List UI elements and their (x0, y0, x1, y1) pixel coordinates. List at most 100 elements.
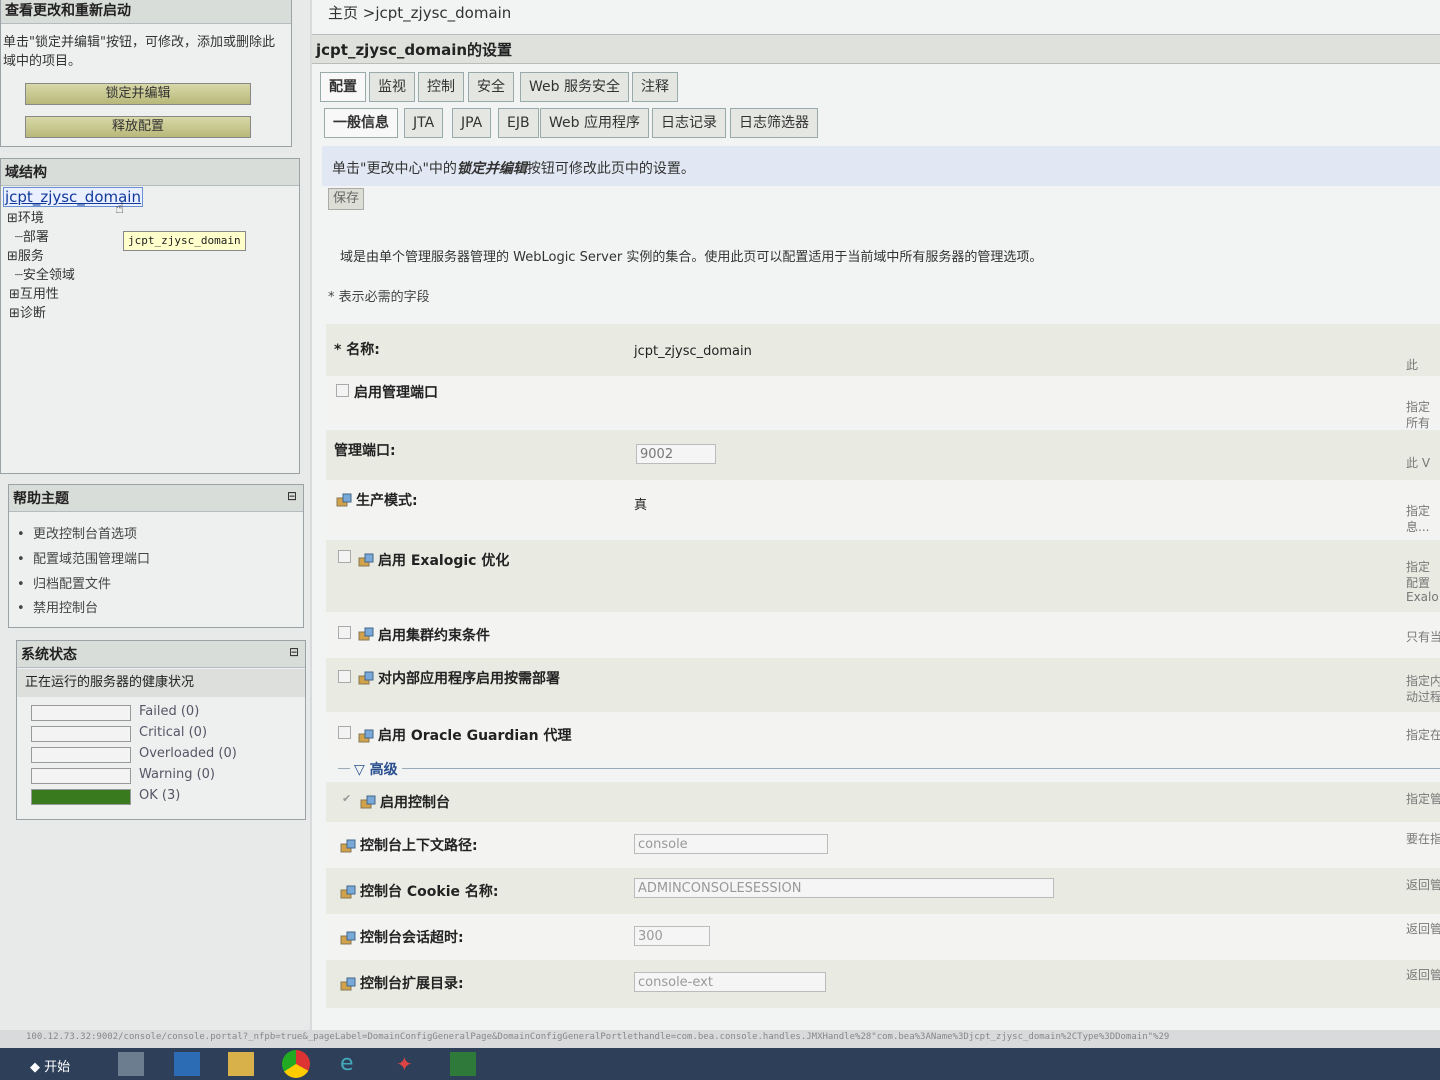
folder-icon[interactable] (228, 1052, 254, 1076)
subtab-webapp[interactable]: Web 应用程序 (540, 108, 649, 138)
guardian-label: 启用 Oracle Guardian 代理 (378, 728, 572, 744)
tab-config[interactable]: 配置 (320, 72, 366, 102)
subtab-general[interactable]: 一般信息 (324, 108, 398, 138)
config-lock-icon (358, 626, 374, 641)
tab-ws-security[interactable]: Web 服务安全 (520, 72, 629, 102)
tree-item-diagnostics[interactable]: ⊞诊断 (9, 302, 46, 321)
tree-item-deploy[interactable]: ┈部署 (15, 226, 49, 245)
health-label[interactable]: Critical (0) (139, 725, 207, 740)
help-item[interactable]: • 禁用控制台 (17, 597, 98, 616)
timeout-input[interactable]: 300 (634, 926, 710, 946)
release-config-button[interactable]: 释放配置 (25, 116, 251, 138)
inline-help-text: 动过程 (1406, 690, 1440, 704)
change-center: 查看更改和重新启动 单击"锁定并编辑"按钮，可修改，添加或删除此域中的项目。 锁… (0, 0, 292, 147)
breadcrumb[interactable]: 主页 >jcpt_zjysc_domain (328, 2, 511, 23)
help-item[interactable]: • 更改控制台首选项 (17, 523, 137, 542)
health-label[interactable]: Failed (0) (139, 704, 199, 719)
expand-icon[interactable]: ⊞ (7, 211, 18, 226)
config-lock-icon (358, 552, 374, 567)
subtab-log-filter[interactable]: 日志筛选器 (730, 108, 818, 138)
system-status-title: 系统状态 (17, 641, 305, 668)
change-center-desc: 单击"锁定并编辑"按钮，可修改，添加或删除此域中的项目。 (3, 35, 275, 69)
on-demand-checkbox[interactable] (338, 670, 351, 683)
inline-help-text: 指定在 (1406, 728, 1440, 742)
guardian-checkbox[interactable] (338, 726, 351, 739)
inline-help-text: 指定内 (1406, 674, 1440, 688)
row-ext-dir: 控制台扩展目录: console-ext (326, 960, 1440, 1008)
admin-port-enable-label: 启用管理端口 (354, 385, 438, 401)
health-label[interactable]: OK (3) (139, 788, 180, 803)
taskbar: ◆ 开始 e ✦ (0, 1048, 1440, 1080)
expand-icon[interactable]: ⊞ (9, 306, 20, 321)
health-label[interactable]: Warning (0) (139, 767, 215, 782)
console-enabled-label: 启用控制台 (380, 795, 450, 811)
inline-help-text: 只有当 (1406, 630, 1440, 644)
change-center-title: 查看更改和重新启动 (1, 0, 291, 24)
config-lock-icon (340, 838, 356, 853)
exalogic-checkbox[interactable] (338, 550, 351, 563)
row-exalogic: 启用 Exalogic 优化 (326, 540, 1440, 612)
inline-help-text: 息... (1406, 520, 1430, 534)
cluster-label: 启用集群约束条件 (378, 628, 490, 644)
health-bar (31, 768, 131, 784)
computer-icon[interactable] (118, 1052, 144, 1076)
config-lock-icon (336, 492, 352, 507)
tab-monitor[interactable]: 监视 (369, 72, 415, 102)
advanced-divider (338, 768, 1440, 769)
admin-port-input[interactable]: 9002 (636, 444, 716, 464)
expand-icon[interactable]: ⊞ (7, 249, 18, 264)
notice-text: 单击"更改中心"中的锁定并编辑按钮可修改此页中的设置。 (332, 161, 695, 177)
checkmark-icon[interactable]: ✔ (342, 792, 351, 805)
tree-item-services[interactable]: ⊞服务 (7, 245, 44, 264)
row-cookie: 控制台 Cookie 名称: ADMINCONSOLESESSION (326, 868, 1440, 914)
inline-help-text: 返回管 (1406, 878, 1440, 892)
system-status: 系统状态 ⊟ 正在运行的服务器的健康状况 Failed (0) Critical … (16, 640, 306, 820)
subtab-jpa[interactable]: JPA (452, 108, 492, 138)
subtab-jta[interactable]: JTA (404, 108, 444, 138)
help-item[interactable]: • 配置域范围管理端口 (17, 548, 150, 567)
row-name: * 名称: jcpt_zjysc_domain (326, 324, 1440, 376)
domain-structure-title: 域结构 (1, 159, 299, 186)
prod-mode-label: 生产模式: (356, 493, 418, 509)
chrome-icon[interactable] (282, 1050, 310, 1078)
row-prod-mode: 生产模式: 真 (326, 480, 1440, 536)
advanced-toggle[interactable]: ▽ 高级 (350, 759, 402, 779)
config-lock-icon (340, 884, 356, 899)
page-title-bar: jcpt_zjysc_domain的设置 (312, 34, 1440, 64)
domain-tooltip: jcpt_zjysc_domain (123, 231, 246, 251)
tree-item-interop[interactable]: ⊞互用性 (9, 283, 59, 302)
admin-port-checkbox[interactable] (336, 384, 349, 397)
collapse-icon[interactable]: ⊟ (287, 489, 297, 503)
inline-help-text: 指定管 (1406, 792, 1440, 806)
status-url: 100.12.73.32:9002/console/console.portal… (26, 1032, 1170, 1042)
health-bar-fill (32, 790, 130, 804)
subtab-logging[interactable]: 日志记录 (652, 108, 726, 138)
collapse-icon[interactable]: ⊟ (289, 645, 299, 659)
tab-notes[interactable]: 注释 (632, 72, 678, 102)
app-icon[interactable]: ✦ (396, 1052, 422, 1076)
start-button[interactable]: ◆ 开始 (30, 1056, 70, 1075)
powershell-icon[interactable] (174, 1052, 200, 1076)
expand-icon[interactable]: ⊞ (9, 287, 20, 302)
ext-dir-input[interactable]: console-ext (634, 972, 826, 992)
tab-security[interactable]: 安全 (468, 72, 514, 102)
ie-icon[interactable]: e (340, 1052, 366, 1076)
inline-help-text: 指定 (1406, 504, 1431, 518)
health-bar (31, 789, 131, 805)
cluster-checkbox[interactable] (338, 626, 351, 639)
tree-item-security-realms[interactable]: ┈安全领域 (15, 264, 75, 283)
tree-item-env[interactable]: ⊞环境 (7, 207, 44, 226)
terminal-icon[interactable] (450, 1052, 476, 1076)
help-item[interactable]: • 归档配置文件 (17, 573, 111, 592)
context-path-input[interactable]: console (634, 834, 828, 854)
health-label[interactable]: Overloaded (0) (139, 746, 237, 761)
config-lock-icon (358, 728, 374, 743)
subtab-ejb[interactable]: EJB (498, 108, 539, 138)
tab-control[interactable]: 控制 (418, 72, 464, 102)
save-button[interactable]: 保存 (328, 188, 365, 210)
inline-help-text: 配置 (1406, 576, 1431, 590)
notice-bar: 单击"更改中心"中的锁定并编辑按钮可修改此页中的设置。 (322, 146, 1440, 186)
timeout-label: 控制台会话超时: (360, 930, 464, 946)
lock-edit-button[interactable]: 锁定并编辑 (25, 83, 251, 105)
cookie-input[interactable]: ADMINCONSOLESESSION (634, 878, 1054, 898)
